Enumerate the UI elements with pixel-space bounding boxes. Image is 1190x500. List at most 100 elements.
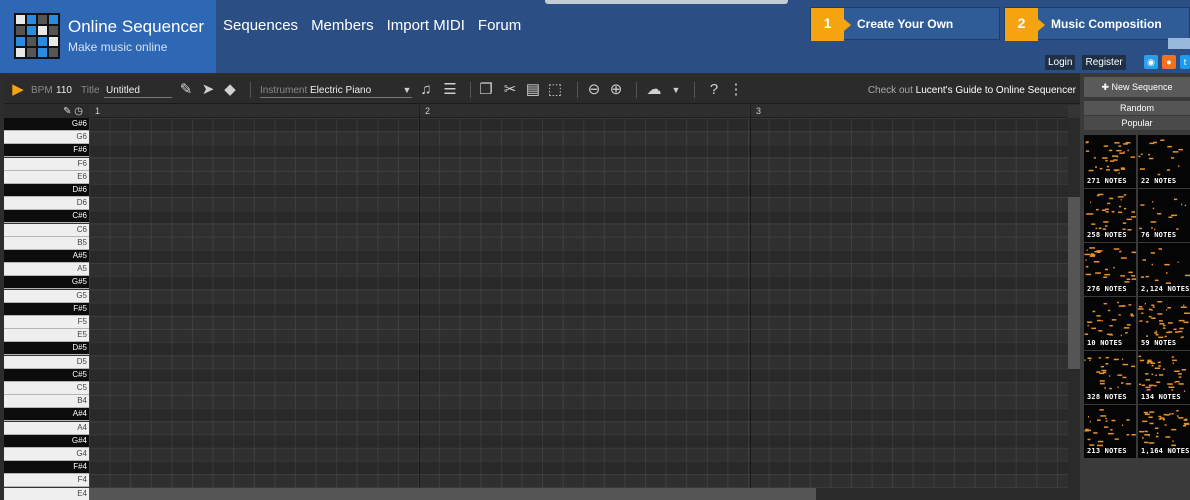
mixer-sliders-icon[interactable]: ☰ [440,80,460,100]
piano-key[interactable]: C6 [4,223,89,237]
chevron-down-icon[interactable]: ▼ [666,80,686,100]
popular-button[interactable]: Popular [1084,116,1190,130]
piano-key[interactable]: G#6 [4,118,89,131]
help-icon[interactable]: ? [704,80,724,100]
piano-key[interactable]: B5 [4,236,89,250]
thumbnail-note [1097,444,1103,447]
more-menu-icon[interactable]: ⋮ [726,80,746,100]
random-button[interactable]: Random [1084,101,1190,115]
ad-choices-icon[interactable] [1168,38,1190,49]
brand[interactable]: Online Sequencer Make music online [0,0,216,73]
piano-keyboard[interactable]: G#6 G6 F#6 F6 E6 D#6 D6 C#6 C6 B5 A#5 A5 G#5 G5 F#5 F5 E… [4,105,89,500]
instrument-select[interactable]: Electric Piano [310,85,371,96]
thumbnail-note [1158,365,1161,367]
sequence-thumbnail[interactable]: 10 NOTES [1084,297,1136,350]
thumbnail-note [1118,205,1122,208]
piano-key[interactable]: D6 [4,197,89,211]
register-link[interactable]: Register [1082,55,1126,70]
select-box-icon[interactable]: ⬚ [545,80,565,100]
piano-key[interactable]: A#5 [4,250,89,263]
nav-import-midi[interactable]: Import MIDI [387,17,465,34]
eraser-icon[interactable]: ◆ [220,80,240,100]
piano-key[interactable]: E5 [4,329,89,343]
piano-key[interactable]: A4 [4,421,89,435]
sequence-thumbnail[interactable]: 2,124 NOTES [1138,243,1190,296]
title-input[interactable]: Untitled [106,85,140,96]
discord-icon[interactable]: ◉ [1144,55,1158,69]
thumbnail-note [1085,150,1090,152]
sequence-thumbnail[interactable]: 59 NOTES [1138,297,1190,350]
sequence-thumbnail[interactable]: 258 NOTES [1084,189,1136,242]
piano-key[interactable]: F#4 [4,461,89,475]
note-grid[interactable] [89,118,1068,488]
cut-icon[interactable]: ✂ [500,80,520,100]
sequence-thumbnail[interactable]: 76 NOTES [1138,189,1190,242]
timeline-ruler[interactable]: 1 2 3 [89,105,1068,118]
sequence-thumbnail[interactable]: 22 NOTES [1138,135,1190,188]
piano-key[interactable]: A5 [4,263,89,277]
promo-create-your-own[interactable]: 1 Create Your Own [810,7,1000,41]
piano-key[interactable]: F#5 [4,302,89,316]
zoom-in-icon[interactable]: ⊕ [606,80,626,100]
piano-key[interactable]: D5 [4,355,89,369]
promo-music-composition[interactable]: 2 Music Composition [1004,7,1190,41]
instrument-underline [260,97,412,98]
pencil-icon[interactable]: ✎ [176,80,196,100]
piano-key[interactable]: F#6 [4,144,89,158]
thumbnail-note [1176,410,1179,412]
pointer-icon[interactable]: ➤ [198,80,218,100]
piano-key[interactable]: D#5 [4,342,89,356]
thumbnail-note [1122,228,1126,230]
thumbnail-note [1139,320,1143,322]
top-search-strip[interactable] [545,0,788,4]
piano-key[interactable]: G#4 [4,434,89,448]
thumbnail-note [1148,315,1152,318]
piano-key[interactable]: F4 [4,474,89,488]
piano-key[interactable]: C5 [4,382,89,395]
cloud-upload-icon[interactable]: ☁ [644,80,664,100]
piano-key[interactable]: E4 [4,487,89,500]
nav-sequences[interactable]: Sequences [223,17,298,34]
paste-icon[interactable]: ▤ [523,80,543,100]
thumbnail-note [1118,172,1120,174]
sequence-thumbnail[interactable]: 213 NOTES [1084,405,1136,458]
piano-key[interactable]: F6 [4,157,89,171]
piano-key[interactable]: G5 [4,289,89,303]
thumbnail-note [1172,413,1174,415]
thumbnail-note [1122,363,1129,366]
piano-key[interactable]: F5 [4,316,89,329]
nav-members[interactable]: Members [311,17,374,34]
vertical-scroll-thumb[interactable] [1068,197,1080,369]
thumbnail-note [1154,279,1159,282]
piano-key[interactable]: A#4 [4,408,89,422]
new-sequence-button[interactable]: ✚ New Sequence [1084,77,1190,97]
sequence-thumbnail[interactable]: 1,164 NOTES [1138,405,1190,458]
reddit-icon[interactable]: ● [1162,55,1176,69]
sequence-thumbnail[interactable]: 328 NOTES [1084,351,1136,404]
nav-forum[interactable]: Forum [478,17,521,34]
login-link[interactable]: Login [1045,55,1076,70]
piano-key[interactable]: G4 [4,448,89,461]
play-icon[interactable]: ▶ [8,80,28,100]
twitter-icon[interactable]: t [1180,55,1190,69]
sequence-thumbnail[interactable]: 134 NOTES [1138,351,1190,404]
guide-link[interactable]: Lucent's Guide to Online Sequencer [916,85,1076,96]
piano-key[interactable]: C#5 [4,368,89,382]
sequence-thumbnail[interactable]: 276 NOTES [1084,243,1136,296]
horizontal-scroll-thumb[interactable] [89,488,816,500]
piano-key[interactable]: G6 [4,131,89,145]
bpm-input[interactable]: 110 [56,85,72,96]
thumbnail-note [1168,322,1173,324]
sequence-thumbnail[interactable]: 271 NOTES [1084,135,1136,188]
zoom-out-icon[interactable]: ⊖ [584,80,604,100]
copy-icon[interactable]: ❐ [476,80,496,100]
piano-key[interactable]: E6 [4,170,89,184]
thumbnail-note [1109,325,1113,327]
bar-number: 3 [756,106,762,116]
piano-key[interactable]: B4 [4,395,89,409]
piano-key[interactable]: D#6 [4,184,89,197]
thumbnail-note [1084,253,1091,256]
piano-key[interactable]: G#5 [4,276,89,290]
piano-key[interactable]: C#6 [4,210,89,224]
instrument-settings-icon[interactable]: ♫ [416,80,436,100]
